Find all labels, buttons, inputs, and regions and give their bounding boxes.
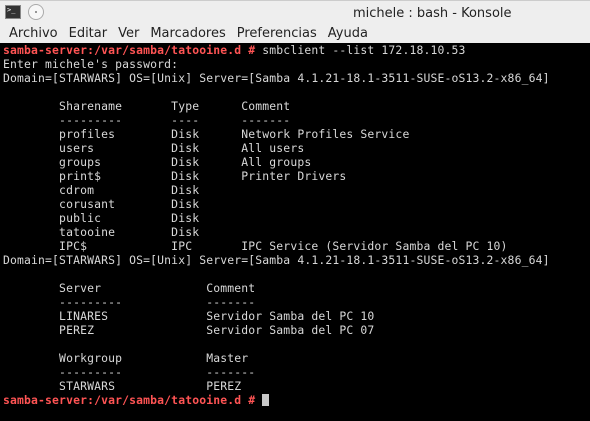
output-line: print$ Disk Printer Drivers <box>3 169 347 183</box>
output-line: cdrom Disk <box>3 183 200 197</box>
menu-ver[interactable]: Ver <box>109 25 139 43</box>
output-line: Domain=[STARWARS] OS=[Unix] Server=[Samb… <box>3 71 550 85</box>
command-line: samba-server:/var/samba/tatooine.d # smb… <box>0 43 590 57</box>
output-line: --------- ------- <box>3 365 256 379</box>
output-line: IPC$ IPC IPC Service (Servidor Samba del… <box>3 239 508 253</box>
output-line: STARWARS PEREZ <box>3 379 242 393</box>
shell-prompt: samba-server:/var/samba/tatooine.d # <box>3 393 256 407</box>
output-line: profiles Disk Network Profiles Service <box>3 127 410 141</box>
text-cursor <box>262 394 270 406</box>
output-line: --------- ------- <box>3 295 256 309</box>
output-line: users Disk All users <box>3 141 305 155</box>
menu-archivo[interactable]: Archivo <box>0 25 58 43</box>
output-line: Workgroup Master <box>3 351 249 365</box>
output-line: public Disk <box>3 211 200 225</box>
output-line: Domain=[STARWARS] OS=[Unix] Server=[Samb… <box>3 253 550 267</box>
output-line: groups Disk All groups <box>3 155 312 169</box>
menu-bar: Archivo Editar Ver Marcadores Preferenci… <box>0 25 590 43</box>
menu-editar[interactable]: Editar <box>60 25 108 43</box>
output-line: PEREZ Servidor Samba del PC 07 <box>3 323 375 337</box>
terminal-area[interactable]: samba-server:/var/samba/tatooine.d # smb… <box>0 43 590 421</box>
window-title: michele : bash - Konsole <box>353 6 512 21</box>
menu-ayuda[interactable]: Ayuda <box>319 25 368 43</box>
output-line: Sharename Type Comment <box>3 99 291 113</box>
terminal-app-icon[interactable]: >_ <box>5 5 21 19</box>
output-line: Server Comment <box>3 281 256 295</box>
output-line: corusant Disk <box>3 197 200 211</box>
output-line: --------- ---- ------- <box>3 113 291 127</box>
menu-marcadores[interactable]: Marcadores <box>141 25 225 43</box>
output-line: tatooine Disk <box>3 225 200 239</box>
title-bar: >_ michele : bash - Konsole <box>0 0 590 25</box>
output-line: LINARES Servidor Samba del PC 10 <box>3 309 375 323</box>
menu-preferencias[interactable]: Preferencias <box>228 25 317 43</box>
command-text: smbclient --list 172.18.10.53 <box>255 43 466 57</box>
shell-prompt: samba-server:/var/samba/tatooine.d # <box>3 43 256 57</box>
active-prompt-line[interactable]: samba-server:/var/samba/tatooine.d # <box>0 393 590 407</box>
window-menu-button[interactable] <box>28 4 44 20</box>
output-line: Enter michele's password: <box>3 57 179 71</box>
